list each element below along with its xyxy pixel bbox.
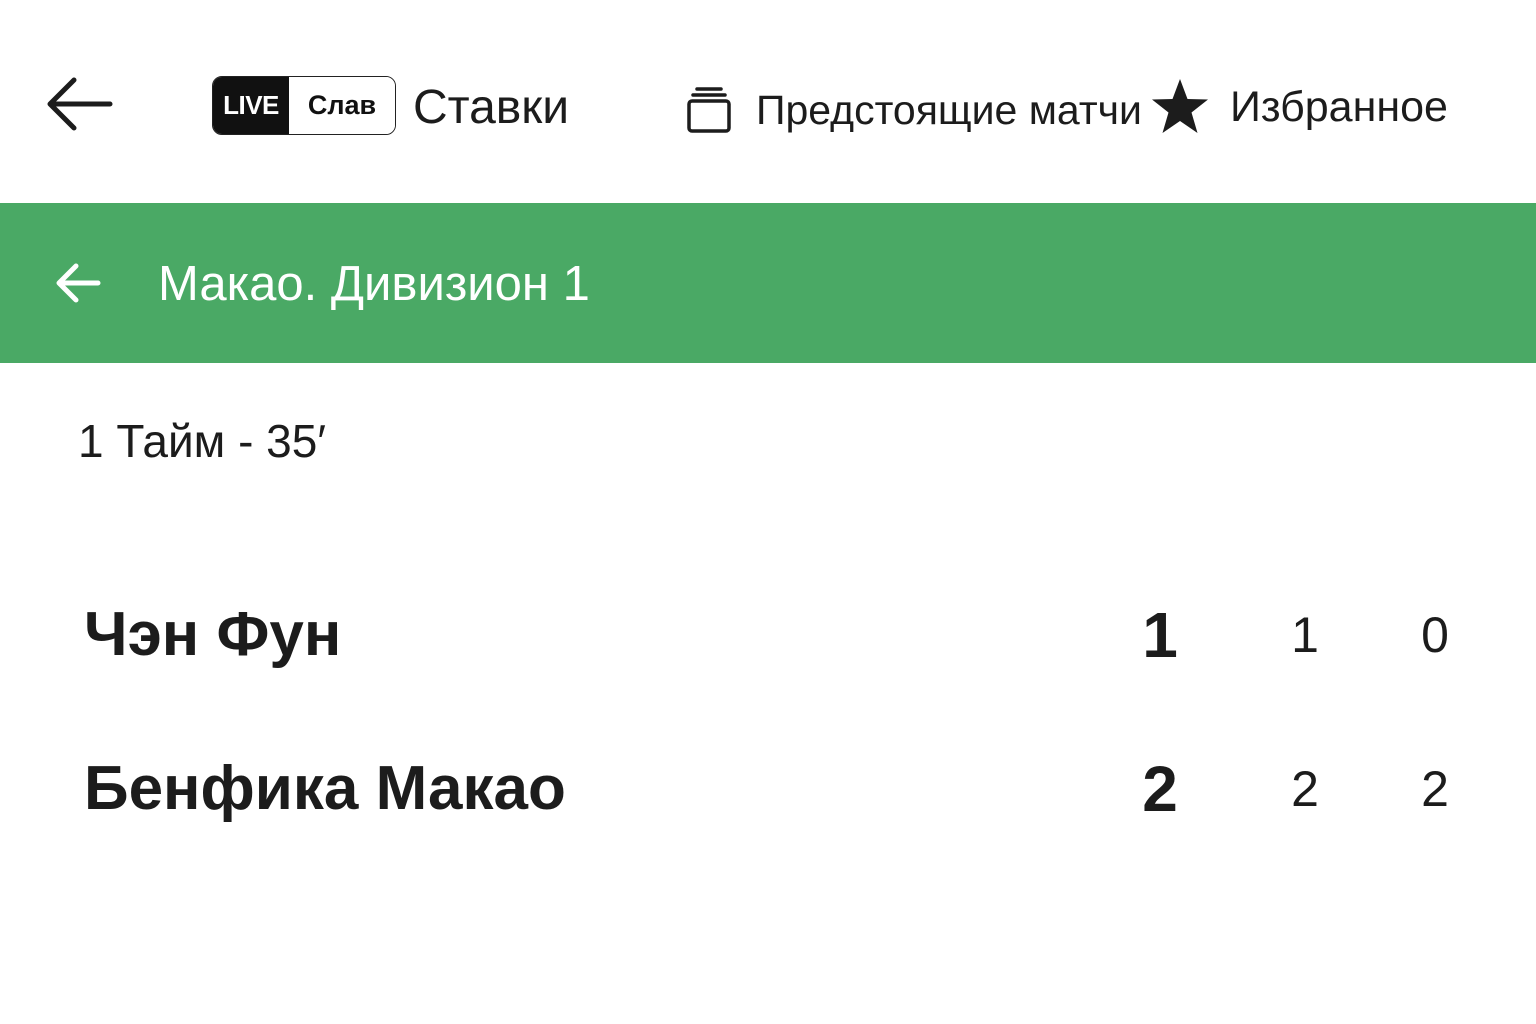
- live-badge-label: LIVE: [213, 77, 289, 134]
- top-navigation-bar: LIVE Слав Ставки Предстоящие матчи Избра…: [0, 0, 1536, 203]
- nav-bets-link[interactable]: Ставки: [413, 78, 569, 138]
- back-button[interactable]: [44, 72, 114, 136]
- nav-favorites[interactable]: Избранное: [1150, 76, 1448, 138]
- cards-stack-icon: [687, 87, 731, 133]
- team-name: Бенфика Макао: [84, 754, 566, 823]
- nav-favorites-label: Избранное: [1230, 82, 1448, 131]
- score-period-1: 1: [1291, 607, 1319, 663]
- live-badge[interactable]: LIVE Слав: [212, 76, 396, 135]
- nav-upcoming-matches[interactable]: Предстоящие матчи: [686, 80, 1142, 140]
- arrow-left-icon: [56, 263, 101, 303]
- star-icon: [1152, 79, 1208, 133]
- nav-upcoming-label: Предстоящие матчи: [756, 86, 1142, 133]
- team-row[interactable]: Бенфика Макао 2 2 2: [0, 744, 1536, 834]
- arrow-left-icon: [47, 77, 113, 131]
- league-header: Макао. Дивизион 1: [0, 203, 1536, 363]
- score-period-1: 2: [1291, 761, 1319, 817]
- team-row[interactable]: Чэн Фун 1 1 0: [0, 590, 1536, 680]
- team-name: Чэн Фун: [84, 600, 342, 669]
- score-total: 1: [1142, 599, 1178, 671]
- live-badge-brand: Слав: [289, 77, 395, 134]
- league-title: Макао. Дивизион 1: [158, 257, 590, 311]
- score-period-2: 0: [1421, 607, 1449, 663]
- score-period-2: 2: [1421, 761, 1449, 817]
- score-total: 2: [1142, 753, 1178, 825]
- league-back-button[interactable]: [54, 259, 102, 307]
- match-period: 1 Тайм - 35′: [78, 415, 326, 467]
